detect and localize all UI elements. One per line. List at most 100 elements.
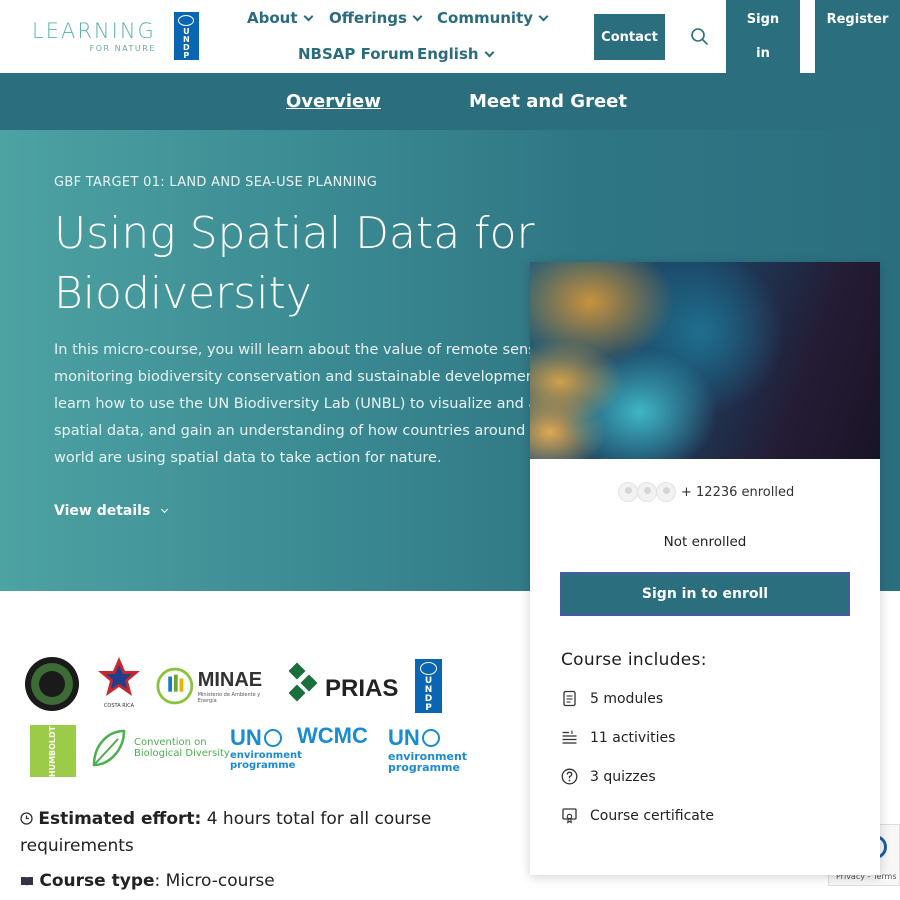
includes-label: 11 activities bbox=[590, 729, 676, 746]
course-type-value: : Micro-course bbox=[154, 871, 275, 891]
unep-un-text: UN bbox=[388, 725, 420, 750]
includes-quizzes: 3 quizzes bbox=[561, 768, 656, 785]
course-title: Using Spatial Data for Biodiversity bbox=[54, 204, 554, 324]
star-icon bbox=[98, 657, 140, 696]
includes-modules: 5 modules bbox=[561, 690, 663, 707]
course-type: Course type: Micro-course bbox=[20, 868, 275, 895]
sign-in-button[interactable]: Sign in bbox=[726, 0, 800, 73]
minae-logo: MINAE Ministerio de Ambiente y Energía bbox=[156, 663, 276, 709]
description-line: In this micro-course, you will learn abo… bbox=[54, 342, 530, 358]
minae-sub-text: Ministerio de Ambiente y Energía bbox=[197, 691, 261, 704]
chevron-down-icon bbox=[484, 47, 495, 57]
question-icon bbox=[561, 768, 578, 785]
sign-in-line2: in bbox=[756, 46, 770, 61]
nav-language[interactable]: English bbox=[417, 45, 495, 63]
nav-community-label: Community bbox=[437, 9, 534, 27]
chevron-down-icon bbox=[303, 11, 313, 21]
prias-logo: PRIAS bbox=[289, 661, 398, 703]
cbd-line2: Biological Diversity bbox=[134, 748, 230, 759]
includes-activities: 11 activities bbox=[561, 729, 675, 746]
un-globe-icon bbox=[421, 729, 440, 747]
unep-logo: UN environment programme bbox=[230, 725, 302, 771]
undp-partner-logo: U N D P bbox=[415, 659, 442, 713]
costa-rica-label: COSTA RICA bbox=[103, 703, 135, 709]
search-icon[interactable] bbox=[690, 27, 710, 47]
includes-certificate: Course certificate bbox=[561, 807, 714, 824]
register-button[interactable]: Register bbox=[815, 0, 900, 73]
course-title-line: Using Spatial Data for bbox=[54, 208, 535, 259]
chevron-down-icon bbox=[412, 11, 423, 21]
site-logo[interactable]: LEARNING FOR NATURE U N D P bbox=[32, 12, 199, 60]
includes-label: Course certificate bbox=[590, 807, 714, 824]
learning-for-nature-logo: LEARNING FOR NATURE bbox=[32, 19, 156, 53]
sign-in-to-enroll-button[interactable]: Sign in to enroll bbox=[560, 572, 850, 616]
page: LEARNING FOR NATURE U N D P About Offeri… bbox=[0, 0, 900, 900]
enrolled-avatars bbox=[618, 482, 676, 502]
chevron-down-icon bbox=[161, 505, 169, 514]
nav-offerings-label: Offerings bbox=[329, 9, 407, 27]
unep-logo-secondary: UN environment programme bbox=[388, 725, 467, 773]
wcmc-logo: WCMC bbox=[297, 723, 368, 748]
contact-button[interactable]: Contact bbox=[594, 14, 665, 60]
humboldt-logo: HUMBOLDT bbox=[30, 725, 76, 777]
sign-in-line1: Sign bbox=[746, 12, 780, 27]
logo-sub-text: FOR NATURE bbox=[89, 44, 156, 53]
logo-main-text: LEARNING bbox=[32, 19, 156, 43]
document-icon bbox=[563, 690, 576, 707]
un-globe-icon bbox=[178, 15, 195, 26]
unep-un-text: UN bbox=[230, 725, 262, 750]
clock-icon bbox=[20, 812, 33, 825]
avatar bbox=[618, 482, 638, 502]
minae-text: MINAE bbox=[197, 668, 263, 691]
nav-community[interactable]: Community bbox=[437, 9, 549, 27]
unep-line2: programme bbox=[388, 761, 460, 774]
humboldt-text: HUMBOLDT bbox=[48, 725, 58, 777]
prias-mark-icon bbox=[289, 662, 318, 702]
nav-nbsap-label: NBSAP Forum bbox=[298, 45, 415, 63]
avatar bbox=[656, 482, 676, 502]
undp-letter: P bbox=[425, 703, 432, 713]
description-line: learn how to use the UN Biodiversity Lab… bbox=[54, 396, 530, 412]
book-icon bbox=[21, 877, 33, 886]
effort-label: Estimated effort: bbox=[38, 809, 202, 829]
course-description: In this micro-course, you will learn abo… bbox=[54, 337, 530, 477]
partner-emblem-logo bbox=[25, 657, 79, 711]
description-line: monitoring biodiversity conservation and… bbox=[54, 369, 530, 385]
enrolled-count-text: + 12236 enrolled bbox=[681, 484, 795, 500]
tab-meet-and-greet[interactable]: Meet and Greet bbox=[469, 91, 627, 112]
leaf-icon bbox=[92, 729, 126, 767]
nav-about-label: About bbox=[247, 9, 298, 27]
certificate-icon bbox=[562, 808, 577, 824]
course-includes-title: Course includes: bbox=[561, 650, 707, 670]
estimated-effort: Estimated effort: 4 hours total for all … bbox=[20, 806, 440, 860]
prias-text: PRIAS bbox=[325, 675, 399, 702]
effort-value: 4 hours total for all course bbox=[201, 809, 432, 829]
nav-nbsap-forum[interactable]: NBSAP Forum bbox=[298, 45, 414, 63]
nav-offerings[interactable]: Offerings bbox=[329, 9, 423, 27]
tab-overview[interactable]: Overview bbox=[286, 91, 381, 112]
nav-about[interactable]: About bbox=[247, 9, 313, 27]
hand-icon bbox=[156, 667, 194, 705]
course-type-label: Course type bbox=[39, 871, 155, 891]
includes-label: 3 quizzes bbox=[590, 768, 656, 785]
description-line: spatial data, and gain an understanding … bbox=[54, 423, 530, 439]
cbd-line1: Convention on bbox=[134, 737, 207, 748]
un-globe-icon bbox=[420, 662, 437, 675]
includes-label: 5 modules bbox=[590, 690, 664, 707]
course-title-line: Biodiversity bbox=[54, 268, 312, 319]
enrolled-count: + 12236 enrolled bbox=[618, 482, 794, 502]
view-details-toggle[interactable]: View details bbox=[54, 503, 169, 519]
nav-language-label: English bbox=[417, 45, 479, 63]
site-header: LEARNING FOR NATURE U N D P About Offeri… bbox=[0, 0, 900, 73]
undp-letter: P bbox=[183, 51, 190, 60]
view-details-label: View details bbox=[54, 503, 151, 519]
undp-logo: U N D P bbox=[173, 12, 199, 60]
course-target-kicker: GBF TARGET 01: LAND AND SEA-USE PLANNING bbox=[54, 175, 378, 190]
avatar bbox=[637, 482, 657, 502]
list-icon bbox=[562, 730, 577, 744]
unep-line2: programme bbox=[230, 760, 296, 771]
partner-logos: COSTA RICA MINAE Ministerio de Ambiente … bbox=[22, 655, 467, 780]
enrollment-status: Not enrolled bbox=[663, 534, 747, 550]
course-subnav: Overview Meet and Greet bbox=[0, 73, 900, 130]
chevron-down-icon bbox=[538, 11, 549, 21]
